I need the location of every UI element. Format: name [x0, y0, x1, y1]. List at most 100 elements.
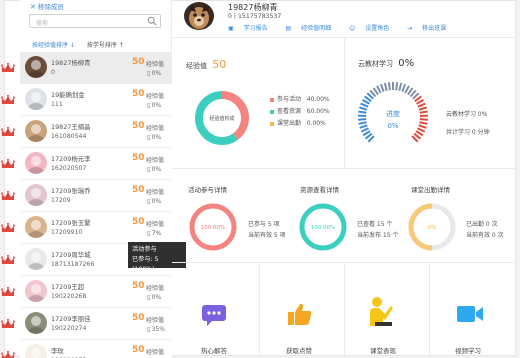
- score-value: 50: [132, 313, 145, 323]
- exp-value: 50: [212, 58, 227, 71]
- divider: [429, 262, 430, 356]
- remove-from-class-link[interactable]: ⇥ 移出班课: [407, 25, 454, 32]
- crown-icon: [1, 223, 15, 232]
- gauge-tick: [418, 124, 427, 129]
- list-item[interactable]: 19能确划金 111 50 经验值 ▯0%: [1, 84, 172, 116]
- gauge-tick: [419, 110, 428, 114]
- cloud-title: 云教材学习: [358, 60, 393, 68]
- search-icon[interactable]: [147, 16, 157, 26]
- remove-member-link[interactable]: ✕ 移除成员: [30, 1, 64, 11]
- gauge-tick: [360, 102, 369, 108]
- score-value: 50: [132, 185, 145, 195]
- student-header: 19827杨柳青 0 | 15175783537 ▣ 学习报告 ▤ 经验值明细 …: [172, 0, 516, 38]
- book-icon: ▯: [147, 293, 151, 301]
- list-item[interactable]: 19827杨柳青 0 50 经验值 ▯0%: [1, 52, 172, 84]
- divider: [172, 168, 516, 169]
- cloud-gauge: 进度 0%: [357, 82, 429, 143]
- gauge-tick: [404, 85, 410, 94]
- crown-icon: [1, 319, 15, 328]
- tile-answers-label: 热心解答: [201, 347, 227, 355]
- header-links: ▣ 学习报告 ▤ 经验值明细 ☺ 设置角色 ⇥ 移出班课: [228, 23, 462, 32]
- student-id: 111: [51, 101, 63, 108]
- avatar: [25, 216, 47, 238]
- sort-bar: 按经验值排序 ↓ 按学号排序 ↑: [32, 40, 124, 49]
- progress: ▯0%: [147, 293, 162, 301]
- progress: ▯7%: [147, 229, 162, 237]
- progress: ▯0%: [147, 133, 162, 141]
- exp-detail-link[interactable]: ▤ 经验值明细: [286, 25, 340, 32]
- tile-performance-label: 课堂表现: [370, 347, 396, 355]
- avatar: [25, 280, 47, 302]
- gauge-tick: [360, 127, 369, 133]
- student-name: 17209张瑞乔: [51, 187, 91, 195]
- list-item[interactable]: 17209张瑞乔 17209 50 经验值 ▯0%: [1, 180, 172, 212]
- score-value: 50: [132, 345, 145, 355]
- thumbs-up-icon: [288, 303, 312, 325]
- attendance-title: 课堂出勤详情: [411, 186, 450, 194]
- score-label: 经验值: [146, 93, 165, 100]
- legend-dot: [270, 109, 274, 114]
- gauge-tick: [417, 127, 426, 133]
- student-name: 19827杨柳青: [228, 3, 278, 12]
- list-item[interactable]: 19827王楠晶 161080544 50 经验值 ▯0%: [1, 116, 172, 148]
- student-name: 19827杨柳青: [51, 59, 91, 67]
- exit-icon: ⇥: [407, 25, 415, 32]
- activity-ring: 100.00%: [189, 203, 237, 251]
- score-value: 50: [132, 89, 145, 99]
- crown-icon: [1, 63, 15, 72]
- score-label: 经验值: [146, 221, 165, 228]
- activity-title: 活动参与详情: [188, 186, 227, 194]
- cloud-line1: 云教材学习 0%: [446, 111, 488, 118]
- study-report-link[interactable]: ▣ 学习报告: [228, 25, 276, 32]
- student-list: 19827杨柳青 0 50 经验值 ▯0% 19能确划金 111 50 经验值 ▯0% 19827王…: [1, 52, 172, 358]
- divider: [344, 38, 345, 168]
- student-name: 19827王楠晶: [51, 123, 91, 131]
- legend-dot: [270, 97, 274, 102]
- score-label: 经验值: [146, 317, 165, 324]
- set-role-link[interactable]: ☺ 设置角色: [349, 25, 397, 32]
- crown-icon: [1, 351, 15, 358]
- list-icon: ▤: [285, 25, 294, 32]
- avatar: [25, 120, 47, 142]
- activity-pct: 100.00%: [201, 225, 225, 231]
- list-item[interactable]: 17209李丽佳 190220274 50 经验值 ▯35%: [1, 308, 172, 340]
- avatar: [25, 88, 47, 110]
- user-icon: ☺: [349, 25, 358, 32]
- student-name: 17209李丽佳: [51, 315, 91, 323]
- resource-pct: 100.00%: [311, 225, 335, 231]
- list-item[interactable]: 17209杨元李 162020507 50 经验值 ▯0%: [1, 148, 172, 180]
- cloud-stats: 云教材学习 0% 共计学习 0 分钟: [446, 106, 490, 142]
- list-item[interactable]: 李玫19022027550经验值▯0%: [1, 340, 172, 358]
- list-item[interactable]: 17209王超 190220268 50 经验值 ▯0%: [1, 276, 172, 308]
- gauge-value: 0%: [387, 122, 398, 130]
- exp-section: 经验值 50: [186, 58, 226, 71]
- legend-dot: [270, 121, 274, 126]
- student-id: 17209910: [51, 229, 83, 236]
- resource-published: 当前发布 15 个: [357, 232, 399, 239]
- crown-icon: [1, 287, 15, 296]
- progress: ▯0%: [147, 101, 162, 109]
- activity-stats: 已参与 5 项 当前有效 5 项: [248, 219, 286, 241]
- score-label: 经验值: [146, 285, 165, 292]
- gauge-tick: [361, 99, 370, 105]
- avatar: [184, 2, 214, 30]
- student-id: 162020507: [51, 165, 87, 172]
- list-item[interactable]: 17209张玉繁 17209910 50 经验值 ▯7%: [1, 212, 172, 244]
- student-id: 18713187266: [51, 261, 95, 268]
- book-icon: ▯: [147, 101, 151, 109]
- score-label: 经验值: [146, 61, 165, 68]
- exp-title: 经验值: [186, 62, 207, 70]
- sort-by-id[interactable]: 按学号排序 ↑: [87, 42, 124, 49]
- gauge-tick: [358, 121, 367, 125]
- search-input[interactable]: 搜索: [29, 14, 161, 28]
- divider: [344, 262, 345, 356]
- gauge-tick: [419, 118, 428, 121]
- legend-item: 课堂出勤 0.00%: [270, 118, 330, 130]
- book-icon: ▯: [147, 325, 151, 333]
- sort-by-score[interactable]: 按经验值排序 ↓: [32, 42, 75, 49]
- book-icon: ▯: [147, 69, 151, 77]
- report-icon: ▣: [228, 25, 236, 32]
- gauge-tick: [415, 130, 424, 137]
- crown-icon: [1, 191, 15, 200]
- gauge-tick: [418, 106, 427, 111]
